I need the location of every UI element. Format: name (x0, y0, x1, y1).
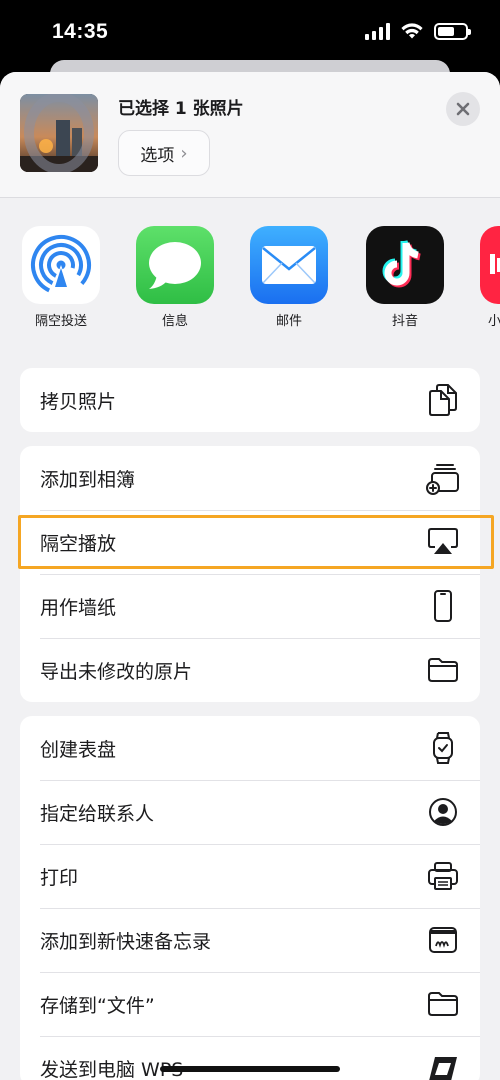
action-assign-to-contact[interactable]: 指定给联系人 (20, 780, 480, 844)
action-label: 存储到“文件” (40, 994, 155, 1017)
app-mail[interactable]: 邮件 (250, 226, 328, 329)
action-label: 隔空播放 (40, 532, 117, 555)
action-label: 指定给联系人 (40, 802, 155, 825)
action-label: 添加到相簿 (40, 468, 136, 491)
cellular-signal-icon (365, 22, 390, 40)
action-label: 创建表盘 (40, 738, 117, 761)
action-label: 导出未修改的原片 (40, 660, 193, 683)
wps-icon (426, 1051, 460, 1080)
app-label-messages: 信息 (161, 314, 188, 329)
watch-icon (426, 731, 460, 765)
action-airplay[interactable]: 隔空播放 (20, 510, 480, 574)
status-icons (365, 22, 471, 40)
action-label: 拷贝照片 (40, 390, 117, 413)
printer-icon (426, 859, 460, 893)
app-label-airdrop: 隔空投送 (34, 314, 87, 329)
share-sheet: 已选择 1 张照片 选项 › 隔空投送 信息 邮件 抖音 小 拷贝照片 添加到相… (0, 72, 500, 1080)
folder-icon (426, 987, 460, 1021)
douyin-icon (366, 226, 444, 304)
messages-icon (136, 226, 214, 304)
action-group-copy: 拷贝照片 (20, 368, 480, 432)
action-save-to-files[interactable]: 存储到“文件” (20, 972, 480, 1036)
app-messages[interactable]: 信息 (136, 226, 214, 329)
quick-note-icon (426, 923, 460, 957)
action-print[interactable]: 打印 (20, 844, 480, 908)
selection-title: 已选择 1 张照片 (118, 99, 244, 119)
home-indicator[interactable] (160, 1066, 340, 1072)
contact-icon (426, 795, 460, 829)
action-add-quick-note[interactable]: 添加到新快速备忘录 (20, 908, 480, 972)
folder-icon (426, 653, 460, 687)
action-group-photo: 添加到相簿 隔空播放 用作墙纸 导出未修改的原片 (20, 446, 480, 702)
action-label: 添加到新快速备忘录 (40, 930, 212, 953)
action-use-as-wallpaper[interactable]: 用作墙纸 (20, 574, 480, 638)
app-label-xiaohongshu: 小 (488, 314, 500, 329)
airplay-icon (426, 525, 460, 559)
action-export-original[interactable]: 导出未修改的原片 (20, 638, 480, 702)
action-copy-photo[interactable]: 拷贝照片 (20, 368, 480, 432)
action-add-to-album[interactable]: 添加到相簿 (20, 446, 480, 510)
copy-icon (426, 383, 460, 417)
app-label-mail: 邮件 (275, 314, 302, 329)
wifi-icon (401, 23, 423, 39)
close-icon (456, 102, 470, 116)
app-label-douyin: 抖音 (391, 314, 418, 329)
action-send-to-wps[interactable]: 发送到电脑 WPS (20, 1036, 480, 1080)
app-airdrop[interactable]: 隔空投送 (22, 226, 100, 329)
status-time: 14:35 (52, 20, 109, 43)
photo-thumbnail (20, 94, 98, 172)
xiaohongshu-icon (480, 226, 500, 304)
close-button[interactable] (446, 92, 480, 126)
phone-wallpaper-icon (426, 589, 460, 623)
action-group-more: 创建表盘 指定给联系人 打印 添加到新快速备忘录 存储到“文件” 发送到电脑 W… (20, 716, 480, 1080)
share-app-row: 隔空投送 信息 邮件 抖音 小 (22, 226, 500, 336)
options-label: 选项 (140, 145, 175, 166)
airdrop-icon (22, 226, 100, 304)
share-sheet-header: 已选择 1 张照片 选项 › (0, 72, 500, 198)
action-create-watch-face[interactable]: 创建表盘 (20, 716, 480, 780)
mail-icon (250, 226, 328, 304)
action-label: 打印 (40, 866, 79, 889)
add-to-album-icon (426, 461, 460, 495)
options-button[interactable]: 选项 › (118, 130, 210, 176)
battery-icon (434, 22, 471, 40)
app-xiaohongshu[interactable]: 小 (480, 226, 500, 329)
chevron-right-icon: › (180, 142, 188, 164)
action-label: 用作墙纸 (40, 596, 117, 619)
app-douyin[interactable]: 抖音 (366, 226, 444, 329)
